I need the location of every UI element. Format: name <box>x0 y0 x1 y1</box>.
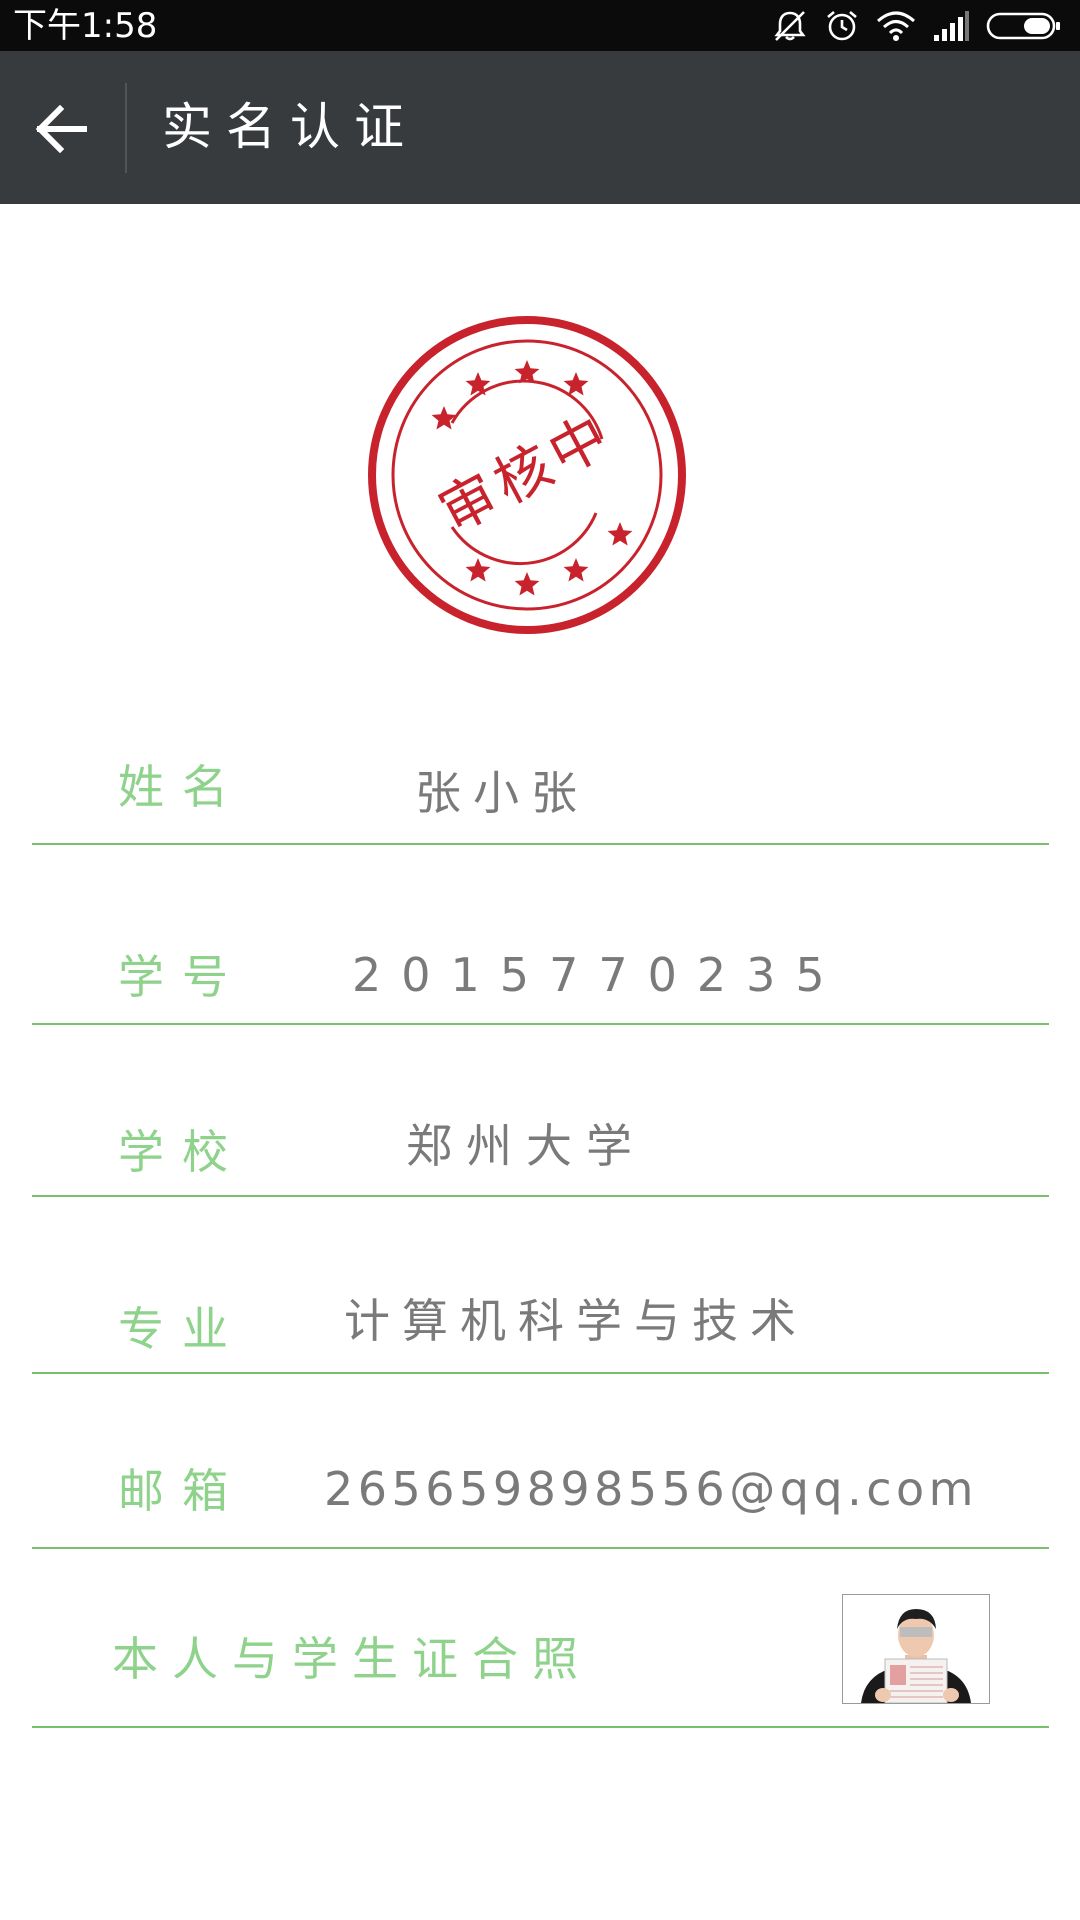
status-icons <box>772 8 1062 44</box>
status-bar: 下午1:58 <box>0 0 1080 51</box>
photo-label: 本人与学生证合照 <box>112 1632 592 1686</box>
student-id-row: 学号 2015770235 <box>32 910 1049 1025</box>
student-id-label: 学号 <box>118 950 246 1004</box>
signal-icon <box>932 9 970 43</box>
review-stamp: 审核中 <box>368 316 686 634</box>
photo-row: 本人与学生证合照 <box>32 1580 1049 1728</box>
status-time: 下午1:58 <box>13 6 158 46</box>
major-label: 专业 <box>118 1302 246 1356</box>
mute-icon <box>772 9 808 43</box>
name-label: 姓名 <box>118 760 246 814</box>
student-id-photo[interactable] <box>842 1594 990 1704</box>
action-bar: 实名认证 <box>0 51 1080 204</box>
arrow-left-icon <box>35 105 87 153</box>
student-id-underline <box>32 1023 1049 1025</box>
battery-icon <box>986 9 1062 43</box>
school-value: 郑州大学 <box>406 1119 646 1173</box>
email-underline <box>32 1547 1049 1549</box>
school-row: 学校 郑州大学 <box>32 1085 1049 1197</box>
name-underline <box>32 843 1049 845</box>
student-id-value: 2015770235 <box>352 948 845 1002</box>
email-row: 邮箱 265659898556@qq.com <box>32 1432 1049 1549</box>
photo-underline <box>32 1726 1049 1728</box>
page-title: 实名认证 <box>162 98 418 156</box>
email-label: 邮箱 <box>118 1464 246 1518</box>
action-divider <box>125 83 127 173</box>
name-row: 姓名 张小张 <box>32 730 1049 845</box>
major-value: 计算机科学与技术 <box>344 1294 808 1348</box>
alarm-icon <box>824 9 860 43</box>
major-row: 专业 计算机科学与技术 <box>32 1260 1049 1374</box>
major-underline <box>32 1372 1049 1374</box>
stamp-text: 审核中 <box>429 401 624 546</box>
name-value: 张小张 <box>415 766 589 820</box>
back-button[interactable] <box>20 87 104 171</box>
wifi-icon <box>876 9 916 43</box>
school-underline <box>32 1195 1049 1197</box>
school-label: 学校 <box>118 1125 246 1179</box>
email-value: 265659898556@qq.com <box>324 1462 978 1516</box>
